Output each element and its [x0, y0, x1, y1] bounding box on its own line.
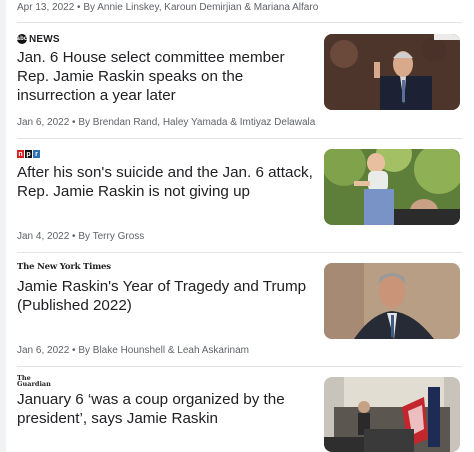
- article-meta: Apr 13, 2022 • By Annie Linskey, Karoun …: [17, 2, 319, 13]
- source-name-line2: Guardian: [17, 380, 51, 388]
- abc-logo-icon: abc: [16, 34, 28, 44]
- article-meta: Jan 6, 2022 • By Blake Hounshell & Leah …: [17, 345, 249, 356]
- source-npr: n p r: [17, 148, 40, 160]
- divider: [17, 138, 462, 139]
- article-thumbnail[interactable]: [324, 149, 460, 225]
- article-thumbnail[interactable]: [324, 263, 460, 339]
- article-meta: Jan 4, 2022 • By Terry Gross: [17, 231, 145, 242]
- article-title[interactable]: January 6 ‘was a coup organized by the p…: [17, 390, 313, 428]
- article-title[interactable]: After his son's suicide and the Jan. 6 a…: [17, 163, 313, 201]
- source-name: NEWS: [29, 33, 60, 45]
- divider: [17, 22, 462, 23]
- divider: [17, 252, 462, 253]
- article-meta: Jan 6, 2022 • By Brendan Rand, Haley Yam…: [17, 117, 316, 128]
- article-title[interactable]: Jamie Raskin's Year of Tragedy and Trump…: [17, 277, 313, 315]
- divider: [17, 366, 462, 367]
- article-thumbnail[interactable]: [324, 34, 460, 110]
- npr-logo-icon: n p r: [17, 150, 40, 158]
- source-abc-news: abc NEWS: [17, 33, 60, 45]
- source-name: The New York Times: [17, 262, 111, 272]
- article-title[interactable]: Jan. 6 House select committee member Rep…: [17, 48, 313, 105]
- source-nyt: The New York Times: [17, 261, 111, 273]
- article-thumbnail[interactable]: [324, 377, 460, 452]
- source-guardian: The Guardian: [17, 375, 51, 388]
- news-results-panel: Apr 13, 2022 • By Annie Linskey, Karoun …: [6, 0, 474, 452]
